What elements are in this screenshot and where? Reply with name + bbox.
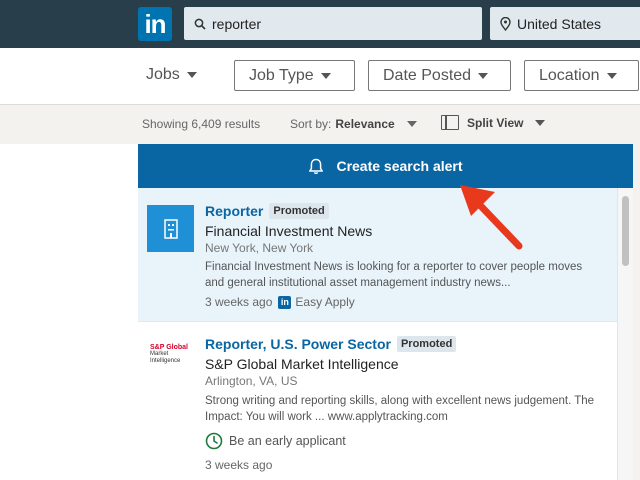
company-logo: S&P Global Market Intelligence <box>150 344 192 374</box>
early-applicant-text: Be an early applicant <box>229 434 346 448</box>
job-card[interactable]: S&P Global Market Intelligence Reporter,… <box>138 322 617 480</box>
promoted-badge: Promoted <box>396 336 457 352</box>
view-label: Split View <box>467 115 524 130</box>
results-count: Showing 6,409 results <box>142 117 261 131</box>
search-input[interactable]: reporter <box>184 7 482 40</box>
job-meta: 3 weeks ago in Easy Apply <box>205 295 355 309</box>
view-toggle-dropdown[interactable]: Split View <box>441 115 546 130</box>
chevron-down-icon <box>320 72 331 79</box>
location-filter-button[interactable]: Location <box>524 60 639 91</box>
bell-icon <box>308 158 324 175</box>
job-description: Financial Investment News is looking for… <box>205 261 583 289</box>
promoted-badge: Promoted <box>269 203 329 219</box>
search-icon <box>194 18 206 30</box>
sort-value: Relevance <box>335 117 395 131</box>
job-results-list: Reporter Promoted Financial Investment N… <box>138 188 633 480</box>
scrollbar-thumb[interactable] <box>622 196 629 266</box>
create-search-alert-button[interactable]: Create search alert <box>138 144 633 188</box>
sort-dropdown[interactable]: Sort by: Relevance <box>290 117 417 131</box>
jobs-label: Jobs <box>146 66 180 83</box>
chevron-down-icon <box>606 72 617 79</box>
alert-label: Create search alert <box>336 158 463 174</box>
job-type-filter-button[interactable]: Job Type <box>234 60 355 91</box>
linkedin-icon: in <box>278 295 292 309</box>
company-name: Financial Investment News <box>205 223 373 239</box>
posted-time: 3 weeks ago <box>205 458 273 472</box>
job-location: Arlington, VA, US <box>205 374 298 388</box>
job-title-link[interactable]: Reporter, U.S. Power Sector <box>205 336 391 352</box>
logo-line: Intelligence <box>150 358 181 364</box>
clock-icon <box>205 432 223 450</box>
logo-line: S&P Global <box>150 344 188 351</box>
linkedin-logo[interactable]: in <box>138 7 172 41</box>
chevron-down-icon <box>478 72 489 79</box>
filter-label: Date Posted <box>383 66 472 84</box>
search-value: reporter <box>212 15 262 32</box>
easy-apply-label: Easy Apply <box>295 295 355 309</box>
results-bar: Showing 6,409 results Sort by: Relevance… <box>0 106 640 144</box>
left-panel <box>0 144 138 480</box>
job-title-row: Reporter Promoted <box>205 203 329 219</box>
job-meta: 3 weeks ago <box>205 458 272 472</box>
top-nav-bar: in reporter United States <box>0 0 640 48</box>
date-posted-filter-button[interactable]: Date Posted <box>368 60 511 91</box>
filter-bar: Jobs Job Type Date Posted Location <box>0 48 640 105</box>
location-input[interactable]: United States <box>490 7 640 40</box>
chevron-down-icon <box>535 119 546 126</box>
job-description: Strong writing and reporting skills, alo… <box>205 395 595 423</box>
scrollbar[interactable] <box>617 188 633 480</box>
job-location: New York, New York <box>205 241 314 255</box>
company-logo <box>147 205 194 252</box>
logo-line: Market <box>150 351 169 357</box>
filter-label: Job Type <box>249 66 314 84</box>
early-applicant-note: Be an early applicant <box>205 432 346 450</box>
job-card[interactable]: Reporter Promoted Financial Investment N… <box>138 188 617 322</box>
job-title-link[interactable]: Reporter <box>205 203 263 219</box>
location-pin-icon <box>500 16 511 31</box>
company-name: S&P Global Market Intelligence <box>205 356 399 372</box>
location-value: United States <box>517 15 602 32</box>
chevron-down-icon <box>186 72 197 78</box>
posted-time: 3 weeks ago <box>205 295 273 309</box>
job-title-row: Reporter, U.S. Power Sector Promoted <box>205 336 457 352</box>
filter-label: Location <box>539 66 600 84</box>
jobs-dropdown[interactable]: Jobs <box>146 66 197 84</box>
sort-label: Sort by: <box>290 117 332 131</box>
chevron-down-icon <box>406 121 417 127</box>
split-view-icon <box>441 115 459 130</box>
